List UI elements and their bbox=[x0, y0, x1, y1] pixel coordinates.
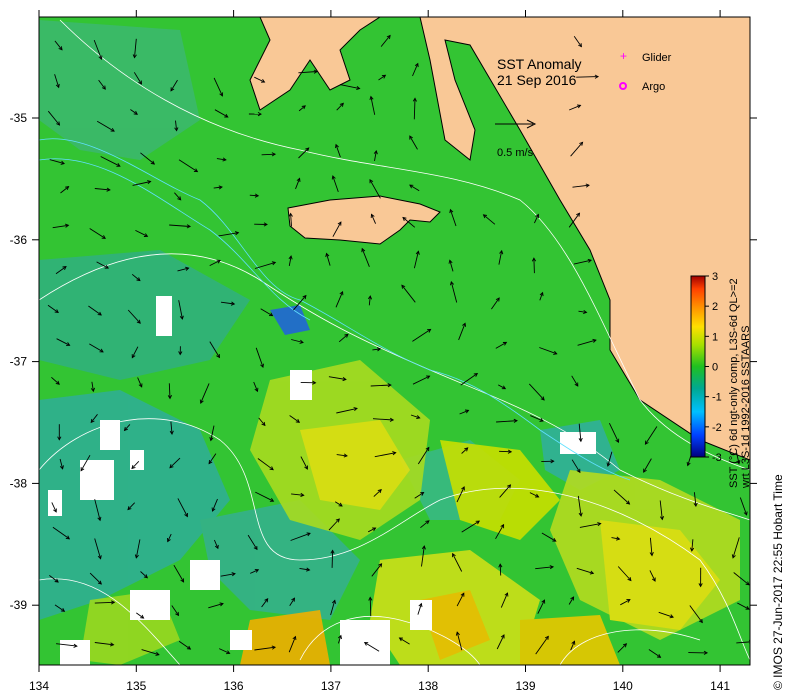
map-title-line2: 21 Sep 2016 bbox=[497, 72, 577, 88]
y-tick-label: -39 bbox=[10, 598, 28, 612]
colorbar-title-line2: wrt L3S-1d 1992-2016 SSTAARS bbox=[740, 325, 752, 488]
current-vector bbox=[576, 76, 599, 78]
x-tick-label: 136 bbox=[224, 679, 244, 693]
x-tick-label: 141 bbox=[710, 679, 730, 693]
x-tick-label: 140 bbox=[613, 679, 633, 693]
y-tick-label: -36 bbox=[10, 233, 28, 247]
colorbar-tick-label: 0 bbox=[712, 362, 718, 374]
colorbar-tick-label: -1 bbox=[712, 392, 722, 404]
current-vector bbox=[499, 450, 512, 453]
current-vector bbox=[533, 258, 535, 274]
current-vector bbox=[369, 597, 372, 617]
glider-symbol-icon: + bbox=[620, 49, 627, 63]
current-vector bbox=[331, 550, 334, 568]
scale-arrow-label: 0.5 m/s bbox=[497, 147, 534, 159]
x-tick-label: 139 bbox=[515, 679, 535, 693]
colorbar-title: SST (°C) 6d ngt-only comp, L3S-6d QL>=2 … bbox=[728, 278, 752, 488]
y-tick-label: -35 bbox=[10, 111, 28, 125]
legend-glider-label: Glider bbox=[642, 52, 672, 64]
colorbar-gradient bbox=[690, 275, 706, 458]
colorbar-tick-label: 2 bbox=[712, 301, 718, 313]
sst-anomaly-map: 134 135 136 137 138 139 140 141 -35 -36 -37 -38 -39… bbox=[10, 10, 757, 693]
y-tick-label: -38 bbox=[10, 476, 28, 490]
x-tick-label: 135 bbox=[126, 679, 146, 693]
x-tick-label: 138 bbox=[418, 679, 438, 693]
legend-argo-label: Argo bbox=[642, 81, 665, 93]
x-tick-label: 137 bbox=[321, 679, 341, 693]
colorbar-tick-label: -3 bbox=[712, 452, 722, 464]
x-tick-label: 134 bbox=[29, 679, 49, 693]
credit-text: © IMOS 27-Jun-2017 22:55 Hobart Time bbox=[771, 474, 785, 690]
colorbar-tick-label: 3 bbox=[712, 271, 718, 283]
current-vector bbox=[499, 564, 502, 576]
colorbar-title-line1: SST (°C) 6d ngt-only comp, L3S-6d QL>=2 bbox=[728, 278, 740, 488]
colorbar-tick-label: -2 bbox=[712, 422, 722, 434]
map-title-line1: SST Anomaly bbox=[497, 56, 582, 72]
colorbar-tick-label: 1 bbox=[712, 331, 718, 343]
y-tick-label: -37 bbox=[10, 355, 28, 369]
current-vector bbox=[261, 153, 276, 156]
